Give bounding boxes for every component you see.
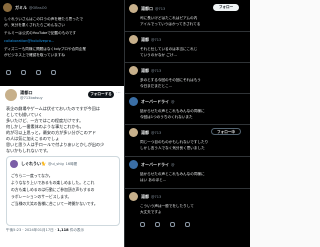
author-name[interactable]: 湯都ロ bbox=[141, 6, 153, 12]
tweet-text-line: しぐれういさんはこの口うの声を聴たら思ったで bbox=[4, 17, 84, 21]
like-icon[interactable] bbox=[170, 222, 175, 227]
reply-text-line: 大丈夫ですよ bbox=[140, 210, 162, 214]
author-handle[interactable]: @713 bbox=[155, 7, 165, 11]
reply-icon[interactable] bbox=[6, 70, 11, 75]
author-name[interactable]: オーバードライ bbox=[141, 99, 169, 105]
share-icon[interactable] bbox=[51, 70, 56, 75]
divider bbox=[125, 31, 250, 32]
screenshot-collage: ガミル @OBnsO0 しぐれういさんはこの口うの声を聴たら思ったで が、気分を… bbox=[0, 0, 250, 247]
reply-text-line: 話からせたの声とこれもみんなの同様に bbox=[140, 172, 205, 176]
more-options-icon[interactable]: ⋯ bbox=[116, 91, 121, 96]
reply-text-line: 多のとする今回のその回にそれはもう bbox=[140, 78, 201, 82]
reply-text-line: 話からせたの声とこれもみんなの同様に bbox=[140, 109, 205, 113]
author-name[interactable]: 湯都 bbox=[141, 37, 149, 43]
avatar[interactable] bbox=[129, 128, 138, 137]
reply-text-line: それと仕しているのは本当にこれじ bbox=[140, 47, 198, 51]
author-handle[interactable]: @ bbox=[171, 163, 175, 167]
tweet-date[interactable]: 2024年01月17日 bbox=[25, 228, 54, 232]
author-handle[interactable]: @OBnsO0 bbox=[29, 6, 47, 10]
reply-header: 湯都 @713 bbox=[129, 35, 161, 44]
quoted-author-name: しぐれうい🐈 bbox=[21, 161, 46, 166]
reply-text-line: ていうのかなか ごけ… bbox=[140, 53, 178, 57]
reply-text-line: 今日まだまだとこ… bbox=[140, 84, 173, 88]
reply-text-line: こういう声は一般でをしたりして bbox=[140, 204, 194, 208]
quoted-text-line: ごちら二一度ってなか。 bbox=[11, 173, 53, 178]
avatar[interactable] bbox=[3, 3, 12, 12]
retweet-icon[interactable] bbox=[21, 70, 26, 75]
top-left-tweet-header: ガミル @OBnsO0 bbox=[3, 3, 47, 12]
quoted-text-line: の方も楽しめるのは行動にご参加頂き声もするの bbox=[11, 187, 95, 192]
avatar[interactable] bbox=[129, 35, 138, 44]
reply-header: 湯都 @713 bbox=[129, 192, 161, 201]
quoted-tweet[interactable]: しぐれうい🐈 @ui_shig 16時間 ごちら二一度ってなか。 ようななり上い… bbox=[6, 156, 120, 226]
author-handle[interactable]: @713 bbox=[151, 38, 161, 42]
author-name[interactable]: 湯都 bbox=[141, 130, 149, 136]
avatar[interactable] bbox=[129, 97, 138, 106]
quoted-time: 16時間 bbox=[65, 161, 78, 166]
author-name[interactable]: 湯都 bbox=[141, 194, 149, 200]
share-icon[interactable] bbox=[185, 222, 190, 227]
author-handle[interactable]: @713batsuy bbox=[20, 96, 43, 100]
follow-button[interactable]: フォローする bbox=[88, 91, 114, 98]
quoted-tweet-header: しぐれうい🐈 @ui_shig 16時間 bbox=[10, 160, 77, 168]
tweet-text-line: がビジネス上で確認を取っていますね bbox=[4, 53, 65, 57]
avatar[interactable] bbox=[129, 66, 138, 75]
reply-header: オーバードライ @ bbox=[129, 160, 174, 169]
author-name[interactable]: オーバードライ bbox=[141, 162, 169, 168]
reply-text-line: しかし言う人でなく気分良く思いました bbox=[140, 146, 205, 150]
quoted-author-handle: @ui_shig bbox=[47, 162, 64, 166]
tweet-link[interactable]: collaboration@hololivepro... bbox=[4, 39, 122, 43]
following-button[interactable]: フォロー中 bbox=[211, 128, 241, 135]
tweet-time[interactable]: 午後5:23 bbox=[6, 228, 21, 232]
reply-action-bar bbox=[140, 222, 190, 227]
tweet-action-bar bbox=[6, 70, 56, 75]
divider bbox=[125, 93, 250, 94]
divider bbox=[125, 188, 250, 189]
tweet-meta: 午後5:23 · 2024年01月17日 · 1,118 件の表示 bbox=[6, 228, 85, 232]
reply-header: オーバードライ @ bbox=[129, 97, 174, 106]
quoted-text-line: ご当様の大笑の皆様に合こいて一時開かないです。 bbox=[11, 201, 98, 206]
quoted-text-line: ようななり上いであるもの楽しめました。とこれ bbox=[11, 180, 95, 185]
avatar bbox=[10, 160, 18, 168]
views-count: 1,118 bbox=[57, 228, 69, 232]
reply-text-line: 今回は1つのうちのくれないまた bbox=[140, 115, 193, 119]
tweet-text-line: ディズニーも同様に問題はなくtolyプロや合同企業 bbox=[4, 47, 86, 51]
author-handle[interactable]: @713 bbox=[151, 131, 161, 135]
replies-column: 湯都ロ @713 フォロー 司に長いけどはたこれはピアムの内 アイルでっていうは… bbox=[124, 0, 250, 247]
divider bbox=[125, 62, 250, 63]
avatar[interactable] bbox=[129, 160, 138, 169]
reply-text-line: 司に長いけどはたこれはピアムの内 bbox=[140, 16, 198, 20]
author-name[interactable]: 湯都 bbox=[141, 68, 149, 74]
author-block: 湯都ロ @713batsuy bbox=[20, 90, 43, 100]
tweet-text-line: テルミーは公式のYouTubeで記載のものです bbox=[4, 31, 77, 35]
author-handle[interactable]: @713 bbox=[151, 195, 161, 199]
avatar[interactable] bbox=[129, 4, 138, 13]
tweet-text-line: ないかもしれないです。 bbox=[6, 148, 51, 153]
avatar[interactable] bbox=[5, 89, 17, 101]
author-handle[interactable]: @713 bbox=[151, 69, 161, 73]
like-icon[interactable] bbox=[36, 70, 41, 75]
author-name[interactable]: ガミル bbox=[15, 5, 27, 11]
reply-header: 湯都ロ @713 bbox=[129, 4, 165, 13]
reply-text-line: 同じ一つ目のものかもしれないですしたり bbox=[140, 140, 209, 144]
author-handle[interactable]: @ bbox=[171, 100, 175, 104]
quoted-text-line: ラボレーションのサービスします。 bbox=[11, 194, 72, 199]
divider bbox=[125, 156, 250, 157]
tweet-text-line: が、気分を悪くされたらごめんなさい bbox=[4, 23, 66, 27]
retweet-icon[interactable] bbox=[155, 222, 160, 227]
reply-text-line: アイルでっていうはかってきされてる bbox=[140, 22, 201, 26]
divider bbox=[125, 124, 250, 125]
reply-text-line: はい あのほと… bbox=[140, 178, 167, 182]
reply-header: 湯都 @713 bbox=[129, 66, 161, 75]
follow-button[interactable]: フォロー bbox=[213, 4, 239, 11]
reply-header: 湯都 @713 bbox=[129, 128, 161, 137]
reply-icon[interactable] bbox=[140, 222, 145, 227]
views-label: 件の表示 bbox=[69, 228, 85, 232]
avatar[interactable] bbox=[129, 192, 138, 201]
main-tweet-header: 湯都ロ @713batsuy bbox=[5, 89, 43, 101]
top-left-tweet-panel: ガミル @OBnsO0 しぐれういさんはこの口うの声を聴たら思ったで が、気分を… bbox=[0, 0, 124, 86]
main-tweet-panel: 湯都ロ @713batsuy フォローする ⋯ 表企の劇場やゲームは伏せておいた… bbox=[0, 86, 124, 247]
